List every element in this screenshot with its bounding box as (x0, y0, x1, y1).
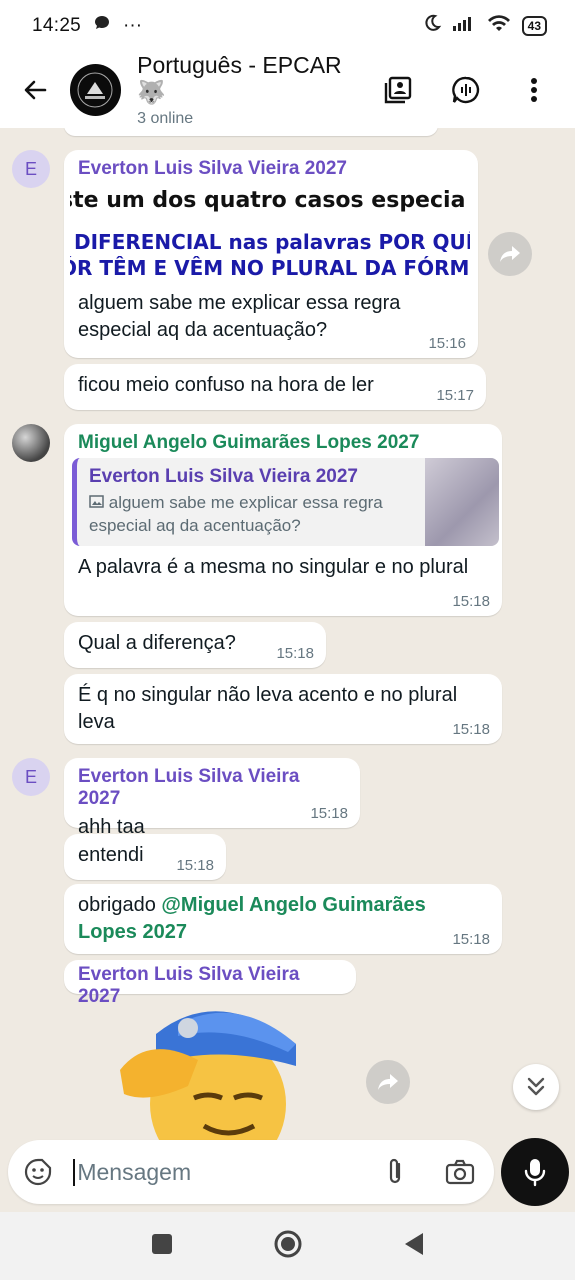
wifi-icon (486, 13, 512, 39)
quote-thumbnail (425, 458, 499, 546)
message-bubble[interactable]: Miguel Angelo Guimarães Lopes 2027 Evert… (64, 424, 502, 616)
back-button[interactable] (0, 52, 70, 128)
message-text: A palavra é a mesma no singular e no plu… (78, 556, 469, 578)
triangle-back-icon (404, 1232, 423, 1255)
chat-info[interactable]: Português - EPCAR 🐺 3 online (137, 52, 375, 128)
message-time: 15:18 (276, 645, 314, 662)
home-button[interactable] (273, 1229, 303, 1264)
message-time: 15:18 (452, 721, 490, 738)
microphone-icon (524, 1159, 546, 1187)
forward-icon (500, 246, 520, 262)
status-bar: 14:25 ··· 43 (0, 0, 575, 52)
quote-text: alguem sabe me explicar essa regra espec… (89, 493, 383, 535)
battery-icon: 43 (521, 16, 547, 36)
sender-name[interactable]: Everton Luis Silva Vieira 2027 (78, 158, 464, 180)
group-title: Português - EPCAR 🐺 (137, 52, 342, 105)
message-input[interactable] (73, 1158, 374, 1186)
sticker-button[interactable] (16, 1148, 59, 1196)
audio-chat-icon (452, 76, 480, 104)
image-attachment[interactable]: ste um dos quatro casos especia DIFERENC… (70, 184, 470, 284)
message-bubble[interactable]: Everton Luis Silva Vieira 2027 (64, 960, 356, 1007)
message-time: 15:18 (176, 857, 214, 874)
chat-notification-icon (93, 14, 111, 38)
message-text: ficou meio confuso na hora de ler (78, 374, 374, 396)
message-text: É q no singular não leva acento e no plu… (78, 684, 458, 733)
paperclip-icon (389, 1158, 401, 1184)
message-bubble[interactable]: entendi 15:18 (64, 834, 226, 880)
forward-icon (378, 1074, 398, 1090)
back-nav-button[interactable] (403, 1232, 425, 1261)
arrow-left-icon (24, 80, 47, 100)
double-chevron-down-icon (527, 1077, 545, 1096)
attach-button[interactable] (373, 1148, 416, 1196)
more-notifications: ··· (123, 15, 143, 36)
group-avatar[interactable] (69, 64, 122, 116)
avatar[interactable]: E (12, 758, 50, 796)
contact-card-icon (384, 76, 412, 104)
sender-name[interactable]: Miguel Angelo Guimarães Lopes 2027 (78, 432, 488, 454)
menu-button[interactable] (511, 67, 557, 113)
avatar[interactable] (12, 424, 50, 462)
status-time: 14:25 (32, 15, 82, 36)
square-icon (151, 1233, 172, 1254)
message-bubble[interactable]: Everton Luis Silva Vieira 2027 ste um do… (64, 150, 478, 358)
previous-message-bubble (64, 128, 438, 136)
message-time: 15:18 (452, 593, 490, 610)
image-icon (89, 493, 109, 512)
camera-button[interactable] (439, 1148, 482, 1196)
message-time: 15:17 (436, 387, 474, 404)
online-status: 3 online (137, 110, 194, 127)
contacts-button[interactable] (375, 67, 421, 113)
circle-icon (274, 1230, 301, 1257)
forward-button[interactable] (366, 1060, 410, 1104)
message-time: 15:18 (452, 931, 490, 948)
salute-emoji-icon (120, 1011, 296, 1140)
voice-record-button[interactable] (501, 1138, 569, 1206)
message-composer (8, 1140, 494, 1204)
scroll-to-bottom-button[interactable] (513, 1064, 559, 1110)
dnd-moon-icon (422, 13, 442, 39)
camera-icon (446, 1159, 475, 1185)
message-text: obrigado @Miguel Angelo Guimarães Lopes … (78, 894, 426, 943)
message-bubble[interactable]: obrigado @Miguel Angelo Guimarães Lopes … (64, 884, 502, 954)
message-bubble[interactable]: ficou meio confuso na hora de ler 15:17 (64, 364, 486, 410)
avatar[interactable]: E (12, 150, 50, 188)
salute-sticker[interactable] (118, 994, 308, 1140)
voice-chat-button[interactable] (443, 67, 489, 113)
more-vert-icon (531, 78, 537, 102)
system-navigation-bar (0, 1212, 575, 1280)
message-time: 15:16 (428, 335, 466, 352)
chat-area[interactable]: E Everton Luis Silva Vieira 2027 ste um … (0, 128, 575, 1140)
sender-name[interactable]: Everton Luis Silva Vieira 2027 (78, 766, 346, 810)
message-bubble[interactable]: Qual a diferença? 15:18 (64, 622, 326, 668)
sticker-icon (24, 1158, 51, 1186)
message-bubble[interactable]: É q no singular não leva acento e no plu… (64, 674, 502, 744)
chat-header: Português - EPCAR 🐺 3 online (0, 52, 575, 128)
signal-icon (452, 14, 476, 38)
forward-button[interactable] (488, 232, 532, 276)
message-time: 15:18 (310, 805, 348, 822)
message-bubble[interactable]: Everton Luis Silva Vieira 2027 ahh taa 1… (64, 758, 360, 838)
quoted-message[interactable]: Everton Luis Silva Vieira 2027 alguem sa… (72, 458, 499, 546)
recents-button[interactable] (151, 1233, 173, 1260)
message-text: alguem sabe me explicar essa regra espec… (78, 292, 401, 341)
